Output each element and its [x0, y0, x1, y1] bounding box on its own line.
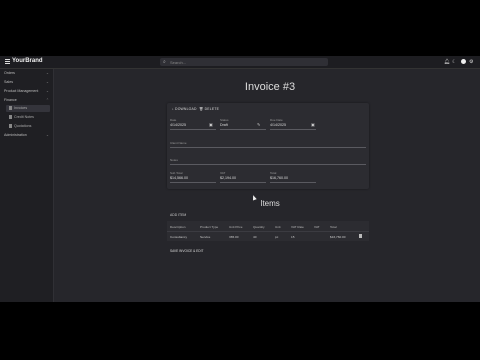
delete-label: DELETE [204, 107, 220, 111]
unit-select[interactable]: pc [275, 235, 278, 239]
unit-price-input[interactable]: 365.00 [229, 235, 238, 239]
invoice-form-card: ↓ DOWNLOAD 🗑︎ DELETE Date 4/14/2025 ▣ St… [167, 103, 369, 189]
sidebar-item-orders[interactable]: Orders [4, 71, 15, 75]
column-header: Unit [275, 225, 281, 229]
description-input[interactable]: Consultancy [170, 235, 187, 239]
due-date-label: Due Date [270, 118, 283, 122]
column-header: Quantity [253, 225, 265, 229]
chevron-down-icon[interactable]: ⌄ [46, 80, 49, 84]
date-underline [170, 129, 216, 130]
due-date-underline [270, 129, 316, 130]
due-date-field[interactable]: 4/14/2025 [270, 123, 286, 127]
edit-icon[interactable]: ✎ [257, 122, 260, 127]
dark-mode-icon[interactable]: ☾ [452, 59, 456, 65]
column-header: Total [330, 225, 337, 229]
search-placeholder: Search... [170, 59, 187, 65]
sidebar-item-finance[interactable]: Finance [4, 98, 17, 102]
table-divider [167, 231, 369, 232]
search-icon: ⌕ [163, 59, 166, 65]
column-header: VAT Rate [291, 225, 304, 229]
document-icon [9, 115, 12, 120]
total-underline [270, 182, 316, 183]
save-invoice-button[interactable]: SAVE INVOICE & EDIT [170, 249, 203, 253]
items-table: Description Product Type Unit Price Quan… [167, 221, 369, 241]
sidebar-item-label: Invoices [14, 106, 28, 110]
chevron-down-icon[interactable]: ⌄ [46, 133, 49, 137]
document-icon [9, 106, 12, 111]
sidebar-item-sales[interactable]: Sales [4, 80, 13, 84]
brand-logo[interactable]: YourBrand [12, 58, 43, 64]
avatar[interactable] [461, 59, 466, 64]
sub-total-value: $14,566.00 [170, 176, 188, 180]
sidebar-item-quotations[interactable]: Quotations [9, 124, 32, 129]
sidebar: Orders ⌄ Sales ⌄ Product Management ⌄ Fi… [0, 69, 54, 302]
calendar-icon[interactable]: ▣ [209, 122, 213, 127]
top-bar: YourBrand ⌕ Search... 🔔︎ ☾ ⚙ [0, 56, 480, 69]
date-field[interactable]: 4/14/2025 [170, 123, 186, 127]
client-underline [170, 147, 366, 148]
bell-icon[interactable]: 🔔︎ [444, 59, 450, 65]
vat-value: $2,194.00 [220, 176, 236, 180]
delete-button[interactable]: 🗑︎ DELETE [199, 107, 219, 111]
sidebar-item-credit-notes[interactable]: Credit Notes [9, 115, 34, 120]
page-title: Invoice #3 [244, 81, 296, 93]
search-input[interactable]: ⌕ Search... [160, 58, 328, 66]
column-header: Product Type [200, 225, 219, 229]
download-button[interactable]: ↓ DOWNLOAD [172, 107, 197, 111]
sidebar-item-invoices[interactable]: Invoices [9, 106, 28, 111]
total-value: $16,760.00 [270, 176, 288, 180]
download-label: DOWNLOAD [175, 107, 197, 111]
add-item-button[interactable]: ADD ITEM [170, 213, 186, 217]
chevron-down-icon[interactable]: ⌄ [46, 89, 49, 93]
vat-label: VAT [220, 171, 226, 175]
chevron-up-icon[interactable]: ⌃ [46, 98, 49, 102]
menu-icon[interactable] [5, 59, 10, 64]
quantity-input[interactable]: 40 [253, 235, 256, 239]
client-name-field[interactable]: Client Name [170, 141, 187, 145]
status-underline [220, 129, 266, 130]
total-cell: $16,760.00 [330, 235, 346, 239]
sidebar-item-label: Credit Notes [14, 115, 34, 119]
column-header: Description [170, 225, 186, 229]
sub-total-underline [170, 182, 216, 183]
items-section-title: Items [260, 199, 280, 208]
date-label: Date [170, 118, 177, 122]
sidebar-item-product-management[interactable]: Product Management [4, 89, 38, 93]
product-type-select[interactable]: Service [200, 235, 210, 239]
chevron-down-icon[interactable]: ⌄ [46, 71, 49, 75]
sidebar-item-label: Quotations [14, 124, 32, 128]
status-label: Status [220, 118, 229, 122]
status-select[interactable]: Draft [220, 123, 228, 127]
delete-row-icon[interactable] [359, 234, 362, 238]
total-label: Total [270, 171, 277, 175]
settings-icon[interactable]: ⚙ [469, 59, 473, 65]
notes-underline [170, 164, 366, 165]
sub-total-label: Sub Total [170, 171, 183, 175]
column-header: Unit Price [229, 225, 243, 229]
calendar-icon[interactable]: ▣ [311, 122, 315, 127]
notes-field[interactable]: Notes [170, 158, 178, 162]
column-header: VAT [314, 225, 320, 229]
document-icon [9, 124, 12, 129]
vat-rate-input[interactable]: 15 [291, 235, 294, 239]
vat-underline [220, 182, 266, 183]
sidebar-item-administration[interactable]: Administration [4, 133, 27, 137]
